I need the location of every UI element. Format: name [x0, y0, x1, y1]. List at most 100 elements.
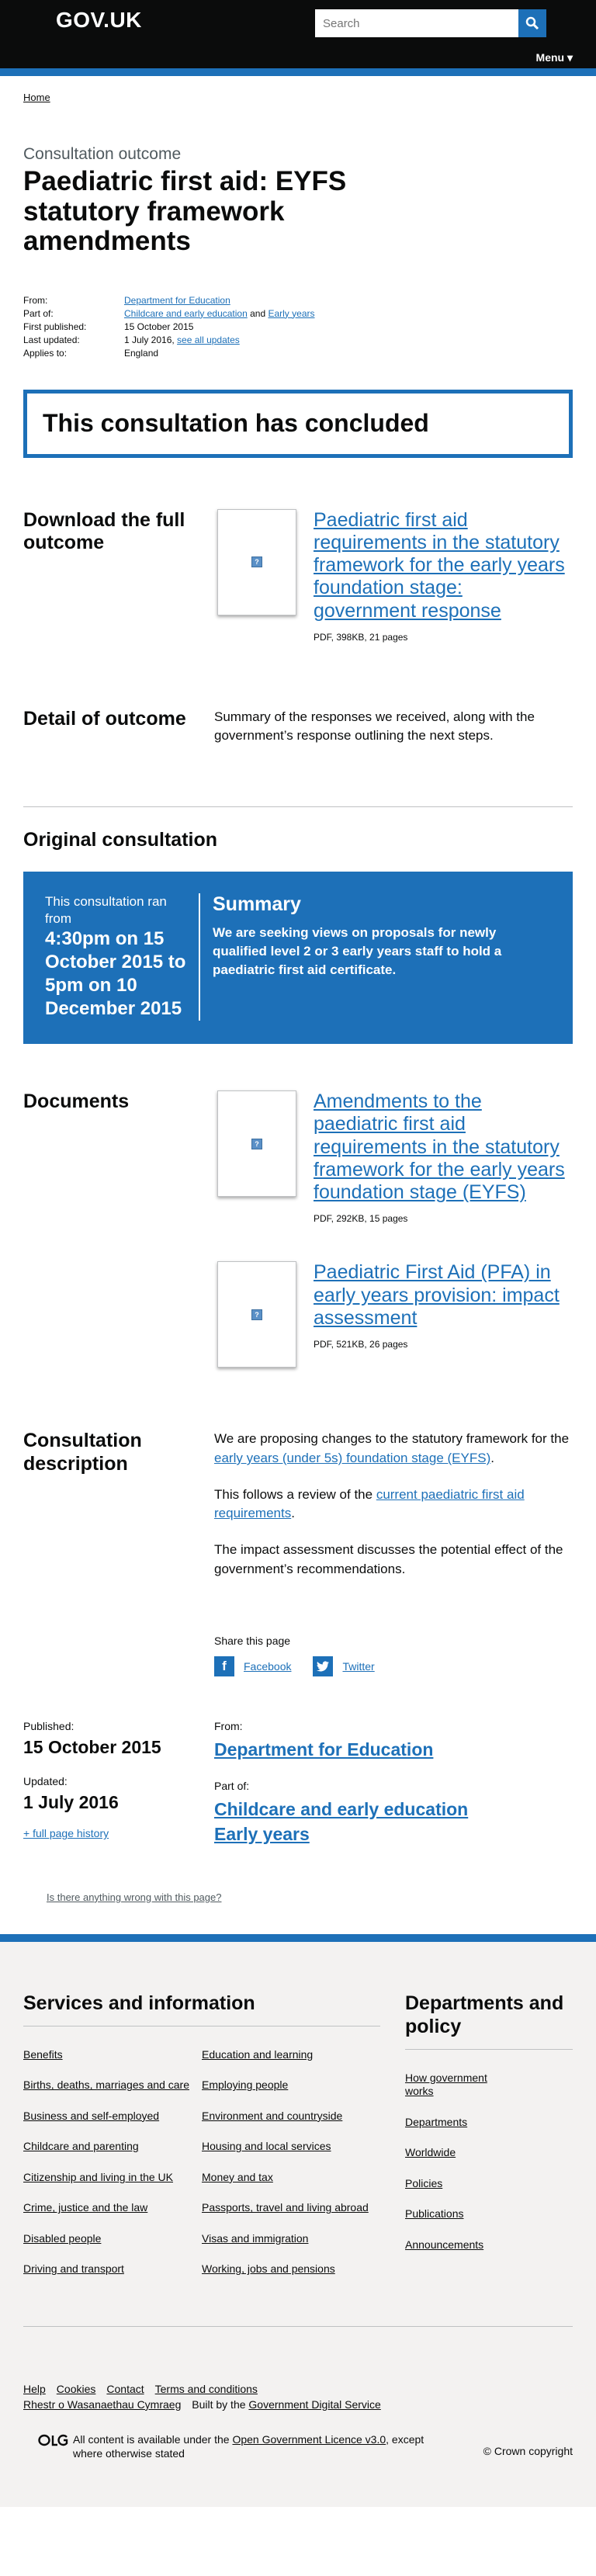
document-item: ? Paediatric First Aid (PFA) in early ye… [214, 1261, 573, 1368]
footer-service-link[interactable]: Working, jobs and pensions [202, 2262, 335, 2275]
summary-heading: Summary [213, 893, 301, 916]
footer-department-item: Policies [405, 2177, 514, 2191]
outcome-section: Download the full outcome ? Paediatric f… [23, 508, 573, 643]
footer-service-item: Money and tax [202, 2171, 380, 2185]
bottom-from-link[interactable]: Department for Education [214, 1737, 468, 1762]
description-text: . [291, 1506, 295, 1521]
footer-service-link[interactable]: Business and self-employed [23, 2110, 159, 2122]
footer-service-item: Business and self-employed [23, 2110, 202, 2124]
footer-service-link[interactable]: Visas and immigration [202, 2232, 308, 2245]
consultation-ran-from: This consultation ran from [45, 894, 167, 927]
footer-service-link[interactable]: Crime, justice and the law [23, 2201, 147, 2214]
metadata: From: Department for Education Part of: … [23, 294, 573, 360]
welsh-services-link[interactable]: Rhestr o Wasanaethau Cymraeg [23, 2398, 181, 2411]
menu-button[interactable]: Menu ▾ [536, 51, 573, 64]
footer-department-link[interactable]: How government works [405, 2072, 487, 2098]
footer-service-item: Benefits [23, 2048, 202, 2062]
original-consultation-heading: Original consultation [23, 829, 218, 851]
detail-heading: Detail of outcome [23, 707, 186, 730]
footer-service-link[interactable]: Childcare and parenting [23, 2140, 139, 2152]
document-thumbnail[interactable]: ? [217, 1090, 296, 1198]
description-paragraph-1: We are proposing changes to the statutor… [214, 1430, 573, 1468]
footer-service-link[interactable]: Driving and transport [23, 2262, 124, 2275]
footer-service-item: Crime, justice and the law [23, 2201, 202, 2215]
share-facebook[interactable]: f Facebook [214, 1656, 292, 1677]
departments-heading: Departments and policy [405, 1992, 573, 2050]
report-problem-link[interactable]: Is there anything wrong with this page? [47, 1891, 221, 1903]
footer-service-link[interactable]: Citizenship and living in the UK [23, 2171, 173, 2183]
footer-meta-link[interactable]: Help [23, 2383, 46, 2395]
footer-department-link[interactable]: Worldwide [405, 2146, 456, 2158]
meta-applies-to-value: England [124, 347, 159, 359]
departments-list: How government works Departments Worldwide… [405, 2072, 573, 2252]
search-button[interactable] [518, 9, 546, 37]
footer-service-item: Driving and transport [23, 2262, 202, 2276]
bottom-metadata: Published: 15 October 2015 Updated: 1 Ju… [23, 1720, 573, 1846]
crown-copyright-link[interactable]: © Crown copyright [483, 2445, 573, 2457]
govuk-logo[interactable]: GOV.UK [56, 8, 142, 33]
bottom-part-of-link-2[interactable]: Early years [214, 1822, 468, 1846]
footer-service-link[interactable]: Employing people [202, 2078, 288, 2091]
footer-meta-link[interactable]: Terms and conditions [155, 2383, 258, 2395]
footer-service-link[interactable]: Housing and local services [202, 2140, 331, 2152]
meta-from-link[interactable]: Department for Education [124, 295, 230, 306]
description-section: Consultation description We are proposin… [23, 1430, 573, 1579]
search-icon [525, 16, 539, 30]
meta-part-of-link-1[interactable]: Childcare and early education [124, 308, 248, 319]
outcome-attachment-link[interactable]: Paediatric first aid requirements in the… [314, 509, 570, 622]
meta-part-of-link-2[interactable]: Early years [268, 308, 314, 319]
document-placeholder-icon: ? [251, 1138, 262, 1149]
full-page-history-link[interactable]: + full page history [23, 1827, 214, 1839]
footer-department-link[interactable]: Departments [405, 2116, 467, 2128]
footer-service-item: Employing people [202, 2078, 380, 2092]
header-blue-bar [0, 68, 596, 76]
page-title: Paediatric first aid: EYFS statutory fra… [23, 166, 347, 256]
bottom-part-of-link-1[interactable]: Childcare and early education [214, 1797, 468, 1822]
see-all-updates-link[interactable]: see all updates [177, 335, 240, 345]
consultation-summary-box: This consultation ran from 4:30pm on 15 … [23, 872, 573, 1045]
search-form [315, 9, 546, 37]
footer-service-item: Citizenship and living in the UK [23, 2171, 202, 2185]
licence-row: All content is available under the Open … [23, 2432, 573, 2460]
concluded-notice: This consultation has concluded [23, 389, 573, 458]
eyfs-link[interactable]: early years (under 5s) foundation stage … [214, 1451, 490, 1465]
footer-service-item: Disabled people [23, 2232, 202, 2246]
published-value: 15 October 2015 [23, 1737, 161, 1758]
footer-service-item: Births, deaths, marriages and care [23, 2078, 202, 2092]
footer-meta-link[interactable]: Contact [106, 2383, 144, 2395]
footer-department-item: Announcements [405, 2238, 514, 2252]
outcome-attachment-meta: PDF, 398KB, 21 pages [314, 631, 408, 643]
breadcrumb-home[interactable]: Home [23, 92, 50, 103]
footer-service-link[interactable]: Money and tax [202, 2171, 273, 2183]
document-thumbnail[interactable]: ? [217, 1261, 296, 1368]
meta-last-updated-value: 1 July 2016, [124, 334, 178, 345]
footer-service-link[interactable]: Births, deaths, marriages and care [23, 2078, 189, 2091]
description-paragraph-3: The impact assessment discusses the pote… [214, 1542, 563, 1576]
document-thumbnail[interactable]: ? [217, 508, 296, 615]
footer-service-item: Childcare and parenting [23, 2140, 202, 2154]
footer-service-link[interactable]: Disabled people [23, 2232, 101, 2245]
open-government-licence-icon [38, 2434, 68, 2446]
footer-department-item: Departments [405, 2116, 514, 2130]
updated-label: Updated: [23, 1775, 68, 1788]
services-list-2: Education and learning Employing people En… [202, 2048, 380, 2293]
footer-department-link[interactable]: Announcements [405, 2238, 483, 2251]
document-link[interactable]: Amendments to the paediatric first aid r… [314, 1090, 570, 1204]
footer-department-link[interactable]: Publications [405, 2207, 464, 2220]
outcome-attachment: ? Paediatric first aid requirements in t… [214, 508, 573, 643]
share-twitter[interactable]: Twitter [313, 1656, 375, 1677]
facebook-label: Facebook [244, 1660, 292, 1673]
built-by-text: Built by the [192, 2397, 249, 2411]
ogl-link[interactable]: Open Government Licence v3.0 [232, 2433, 386, 2446]
footer-service-link[interactable]: Passports, travel and living abroad [202, 2201, 369, 2214]
document-link[interactable]: Paediatric First Aid (PFA) in early year… [314, 1261, 570, 1330]
bottom-from-label: From: [214, 1720, 243, 1733]
page-context: Consultation outcome [23, 145, 182, 163]
footer-meta-link[interactable]: Cookies [57, 2383, 96, 2395]
footer-service-link[interactable]: Education and learning [202, 2048, 313, 2061]
footer-department-link[interactable]: Policies [405, 2177, 442, 2189]
footer-service-link[interactable]: Benefits [23, 2048, 63, 2061]
search-input[interactable] [315, 9, 518, 37]
footer-service-link[interactable]: Environment and countryside [202, 2110, 342, 2122]
gds-link[interactable]: Government Digital Service [248, 2398, 380, 2411]
